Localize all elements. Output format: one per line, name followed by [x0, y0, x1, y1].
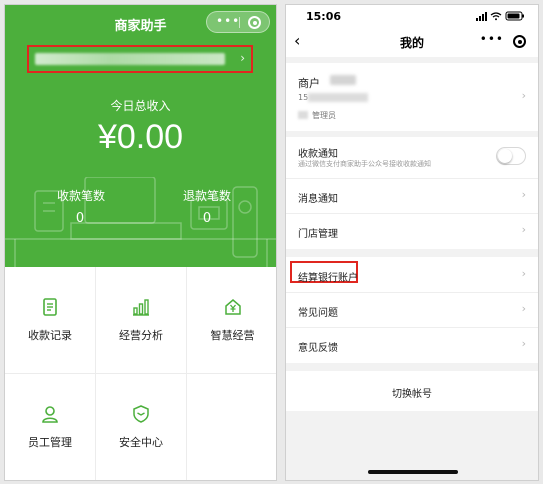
chevron-right-icon: ›	[521, 223, 526, 236]
feature-grid: 收款记录 经营分析 智慧经营 员工管理 安全中心	[5, 267, 276, 480]
chevron-right-icon: ›	[521, 188, 526, 201]
merchant-name-redacted	[35, 53, 225, 65]
row-label: 门店管理	[298, 229, 338, 240]
yuan-house-icon	[224, 299, 241, 315]
menu-row-settlement-bank-account[interactable]: 结算银行账户 ›	[286, 257, 538, 293]
menu-item-business-analysis[interactable]: 经营分析	[96, 267, 187, 374]
settings-group-1: 收款通知 通过微信支付商家助手公众号接收收款通知 消息通知 › 门店管理 ›	[286, 137, 538, 249]
close-miniprogram-icon[interactable]	[513, 35, 526, 48]
menu-row-faq[interactable]: 常见问题 ›	[286, 293, 538, 328]
more-icon[interactable]: •••	[480, 32, 504, 46]
chevron-right-icon: ›	[240, 51, 245, 65]
merchant-home-screen: 商家助手 ••• › 今日总收入 ¥0.00 收款笔数 0 退款笔数 0 收款记…	[4, 4, 277, 481]
row-label: 意见反馈	[298, 343, 338, 354]
today-income-amount: ¥0.00	[97, 118, 184, 156]
shield-icon	[133, 405, 149, 423]
menu-item-security-center[interactable]: 安全中心	[96, 374, 187, 480]
signal-icon	[476, 12, 487, 21]
status-time: 15:06	[306, 10, 342, 23]
menu-item-label: 收款记录	[28, 329, 72, 342]
row-label: 消息通知	[298, 194, 338, 205]
chevron-right-icon: ›	[521, 337, 526, 350]
settings-group-2: 结算银行账户 › 常见问题 › 意见反馈 ›	[286, 257, 538, 363]
menu-item-label: 智慧经营	[210, 329, 255, 342]
receipt-icon	[43, 298, 57, 316]
menu-row-feedback[interactable]: 意见反馈 ›	[286, 328, 538, 363]
nav-bar: ‹ 我的 •••	[286, 27, 538, 57]
today-income-label: 今日总收入	[110, 99, 171, 113]
menu-row-store-management[interactable]: 门店管理 ›	[286, 214, 538, 249]
row-label: 常见问题	[298, 308, 338, 319]
home-indicator	[368, 470, 458, 474]
row-label: 结算银行账户	[298, 273, 358, 284]
close-miniprogram-icon[interactable]	[248, 16, 261, 29]
menu-row-message-notice[interactable]: 消息通知 ›	[286, 179, 538, 214]
switch-account-button[interactable]: 切换帐号	[286, 371, 538, 411]
chevron-right-icon: ›	[521, 267, 526, 280]
person-icon	[42, 406, 58, 423]
payment-notice-desc: 通过微信支付商家助手公众号接收收款通知	[298, 160, 431, 168]
my-profile-screen: 15:06 ‹ 我的 ••• 商户 15 管理员 › 收款通知 通过微信支付商家…	[285, 4, 539, 481]
account-card[interactable]: 商户 15 管理员 ›	[286, 63, 538, 131]
status-icons	[476, 11, 524, 21]
mini-program-capsule[interactable]: •••	[206, 11, 270, 33]
screenshot-stage: 商家助手 ••• › 今日总收入 ¥0.00 收款笔数 0 退款笔数 0 收款记…	[0, 0, 543, 484]
bar-chart-icon	[133, 299, 149, 316]
payment-notice-toggle[interactable]	[496, 147, 526, 165]
chevron-right-icon: ›	[521, 89, 526, 102]
cashier-illustration	[5, 177, 276, 267]
payment-notice-title: 收款通知	[298, 149, 338, 160]
menu-item-label: 经营分析	[119, 329, 163, 342]
more-icon[interactable]: •••	[216, 14, 240, 28]
payment-notice-row: 收款通知 通过微信支付商家助手公众号接收收款通知	[286, 137, 538, 179]
merchant-selector[interactable]: ›	[27, 45, 253, 73]
menu-item-label: 员工管理	[28, 436, 72, 449]
menu-item-staff-management[interactable]: 员工管理	[5, 374, 96, 480]
wifi-icon	[490, 12, 502, 18]
income-header: 商家助手 ••• › 今日总收入 ¥0.00 收款笔数 0 退款笔数 0	[5, 5, 276, 267]
toggle-knob	[498, 149, 512, 163]
menu-item-label: 安全中心	[119, 436, 163, 449]
chevron-right-icon: ›	[521, 302, 526, 315]
capsule-divider	[239, 17, 240, 28]
menu-item-smart-operation[interactable]: 智慧经营	[187, 267, 276, 374]
menu-item-payment-records[interactable]: 收款记录	[5, 267, 96, 374]
menu-item-empty	[187, 374, 276, 480]
status-bar: 15:06	[286, 5, 538, 27]
switch-account-label: 切换帐号	[392, 389, 432, 400]
